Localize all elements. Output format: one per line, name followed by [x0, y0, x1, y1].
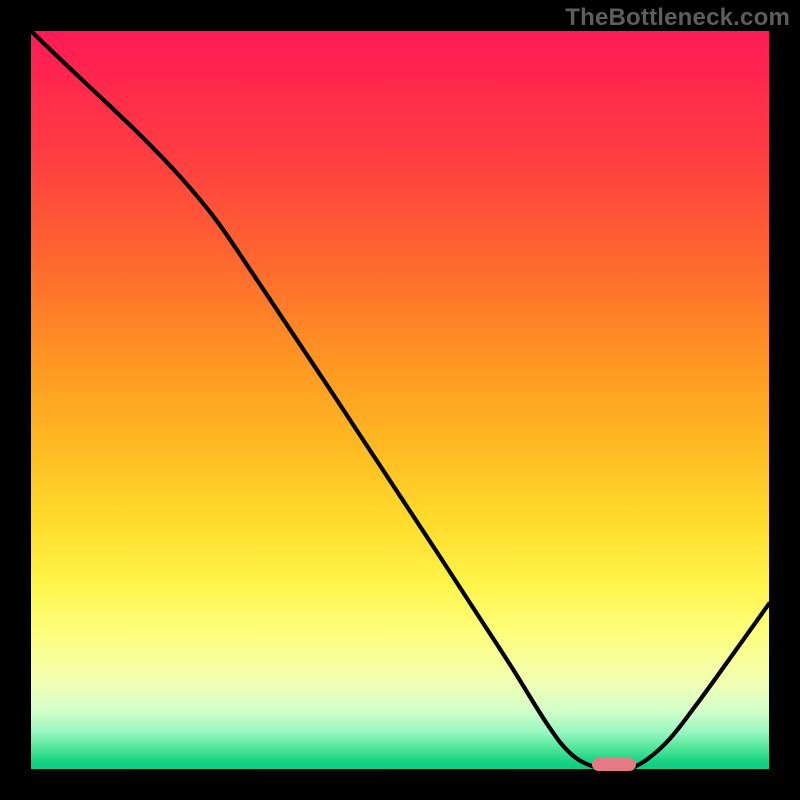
chart-line-svg — [31, 31, 769, 769]
chart-plot-area — [31, 31, 769, 769]
chart-frame: TheBottleneck.com — [0, 0, 800, 800]
minimum-marker — [592, 758, 636, 771]
chart-curve — [31, 31, 769, 769]
watermark-text: TheBottleneck.com — [565, 4, 790, 32]
